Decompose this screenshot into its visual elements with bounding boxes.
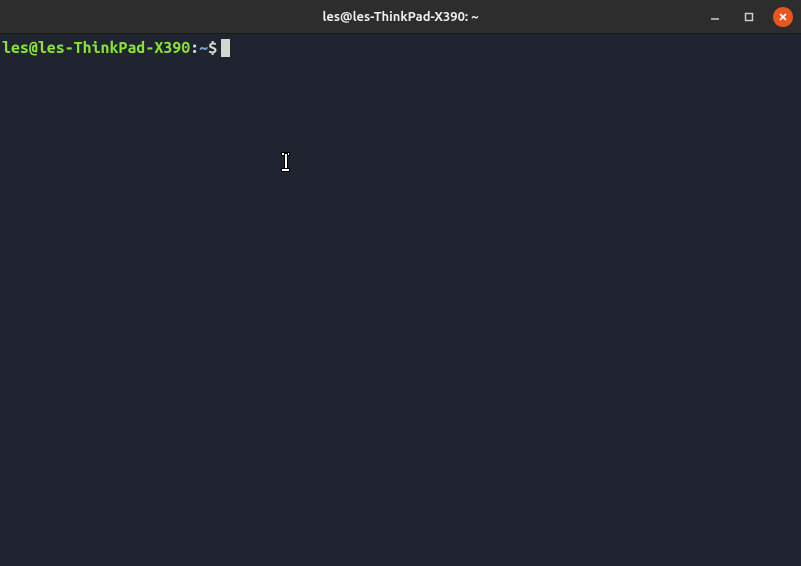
text-cursor-ibeam xyxy=(282,154,289,170)
terminal-cursor xyxy=(221,39,230,57)
maximize-icon xyxy=(744,12,754,22)
terminal-window: les@les-ThinkPad-X390: ~ les@les xyxy=(0,0,801,566)
terminal-body[interactable]: les@les-ThinkPad-X390:~$ xyxy=(0,34,801,566)
prompt-line: les@les-ThinkPad-X390:~$ xyxy=(2,38,799,58)
titlebar[interactable]: les@les-ThinkPad-X390: ~ xyxy=(0,0,801,34)
prompt-colon: : xyxy=(190,38,199,58)
window-controls xyxy=(705,0,793,33)
minimize-button[interactable] xyxy=(705,7,725,27)
prompt-user-host: les@les-ThinkPad-X390 xyxy=(2,38,190,58)
close-icon xyxy=(778,12,788,22)
prompt-dollar: $ xyxy=(208,38,217,58)
minimize-icon xyxy=(710,12,720,22)
close-button[interactable] xyxy=(773,7,793,27)
window-title: les@les-ThinkPad-X390: ~ xyxy=(322,10,478,24)
maximize-button[interactable] xyxy=(739,7,759,27)
prompt-path: ~ xyxy=(199,38,208,58)
